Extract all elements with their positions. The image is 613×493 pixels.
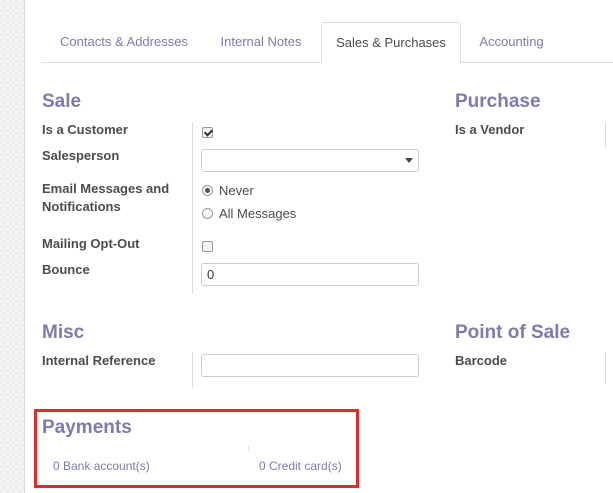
sale-column-separator [192,122,193,294]
credit-cards-button[interactable]: 0 Credit card(s) [259,459,342,473]
payments-section-title: Payments [42,417,132,438]
purchase-column-separator [605,122,606,148]
bounce-label: Bounce [42,262,90,277]
chevron-down-icon [405,158,413,163]
pos-section-title: Point of Sale [455,322,571,343]
payments-separator [248,446,249,451]
internal-reference-label: Internal Reference [42,353,156,368]
email-messages-label: Email Messages and Notifications [42,181,170,214]
tab-internal-notes[interactable]: Internal Notes [206,22,316,62]
salesperson-label: Salesperson [42,148,120,163]
purchase-section-title: Purchase [455,91,541,112]
pos-column-separator [605,352,606,384]
bank-accounts-button[interactable]: 0 Bank account(s) [53,459,150,473]
left-sidebar-strip [0,0,25,493]
is-customer-label: Is a Customer [42,122,128,137]
misc-column-separator [192,352,193,388]
internal-reference-input[interactable] [201,354,419,377]
notebook-tabs: Contacts & Addresses Internal Notes Sale… [42,22,613,63]
mailing-optout-checkbox[interactable] [202,241,213,252]
email-never-radio[interactable] [202,185,213,196]
is-customer-checkbox[interactable] [202,127,213,138]
email-all-messages-radio[interactable] [202,208,213,219]
misc-section-title: Misc [42,322,85,343]
barcode-label: Barcode [455,353,508,368]
tab-contacts-addresses[interactable]: Contacts & Addresses [46,22,202,62]
bounce-input[interactable]: 0 [201,263,419,286]
mailing-optout-label: Mailing Opt-Out [42,236,140,251]
tab-sales-purchases[interactable]: Sales & Purchases [321,22,461,63]
tab-accounting[interactable]: Accounting [464,22,559,62]
is-vendor-label: Is a Vendor [455,122,525,137]
salesperson-select[interactable] [201,149,419,172]
email-all-messages-label: All Messages [219,206,297,221]
email-never-label: Never [219,183,254,198]
sale-section-title: Sale [42,91,82,112]
